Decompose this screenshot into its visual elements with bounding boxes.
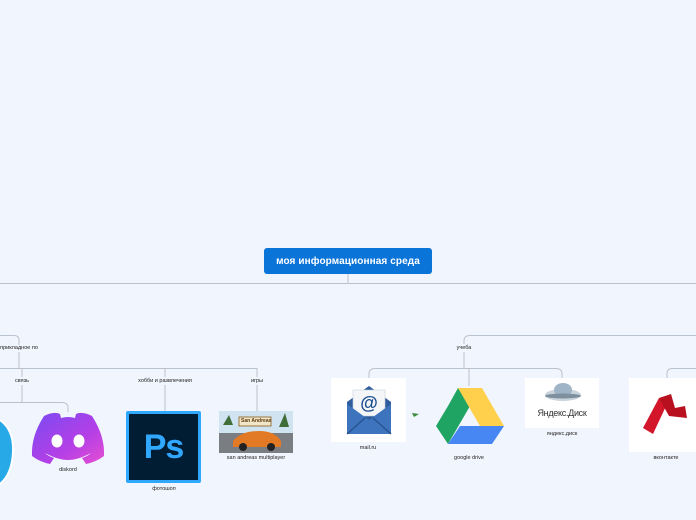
gdrive-node[interactable]: [436, 386, 504, 451]
discord-icon: [31, 412, 105, 464]
photoshop-icon: Ps: [129, 414, 198, 480]
item-label-photoshop: фотошоп: [152, 486, 176, 492]
photoshop-node[interactable]: Ps: [126, 411, 201, 483]
vk-node[interactable]: [629, 378, 696, 452]
item-label-ydisk: яндекс.диск: [546, 431, 578, 437]
item-label-gdrive: google drive: [454, 455, 484, 461]
subbranch-label-hobby[interactable]: хобби и развлечения: [138, 378, 192, 384]
item-label-mailru: mail.ru: [359, 445, 377, 451]
vk-red-logo-icon: [643, 394, 687, 434]
samp-node[interactable]: San Andreas: [219, 411, 293, 453]
subbranch-label-svyaz[interactable]: связь: [15, 378, 29, 384]
ufo-icon: [545, 383, 581, 401]
root-node[interactable]: моя информационная среда: [264, 248, 432, 274]
item-label-vk: вконтакте: [653, 455, 679, 461]
branch-label-ucheba[interactable]: учеба: [457, 345, 472, 351]
samp-logo-text: San Andreas: [241, 418, 272, 424]
root-label: моя информационная среда: [276, 255, 420, 267]
item-label-diskord: diskord: [59, 467, 77, 473]
mailru-node[interactable]: @: [331, 378, 406, 442]
google-drive-icon: [436, 388, 504, 444]
skype-icon: [0, 419, 15, 485]
item-label-samp: san andreas multiplayer: [226, 455, 286, 461]
ydisk-logo-text: Яндекс.Диск: [537, 408, 587, 418]
subbranch-label-games[interactable]: игры: [251, 378, 263, 384]
photoshop-logo-text: Ps: [143, 427, 185, 466]
branch-label-prikladnoe[interactable]: прикладное по: [0, 345, 38, 351]
ydisk-node[interactable]: Яндекс.Диск: [525, 378, 599, 428]
mail-envelope-icon: @: [346, 386, 392, 435]
discord-node[interactable]: [30, 410, 106, 471]
skype-node[interactable]: [0, 412, 15, 491]
svg-text:@: @: [360, 393, 378, 413]
